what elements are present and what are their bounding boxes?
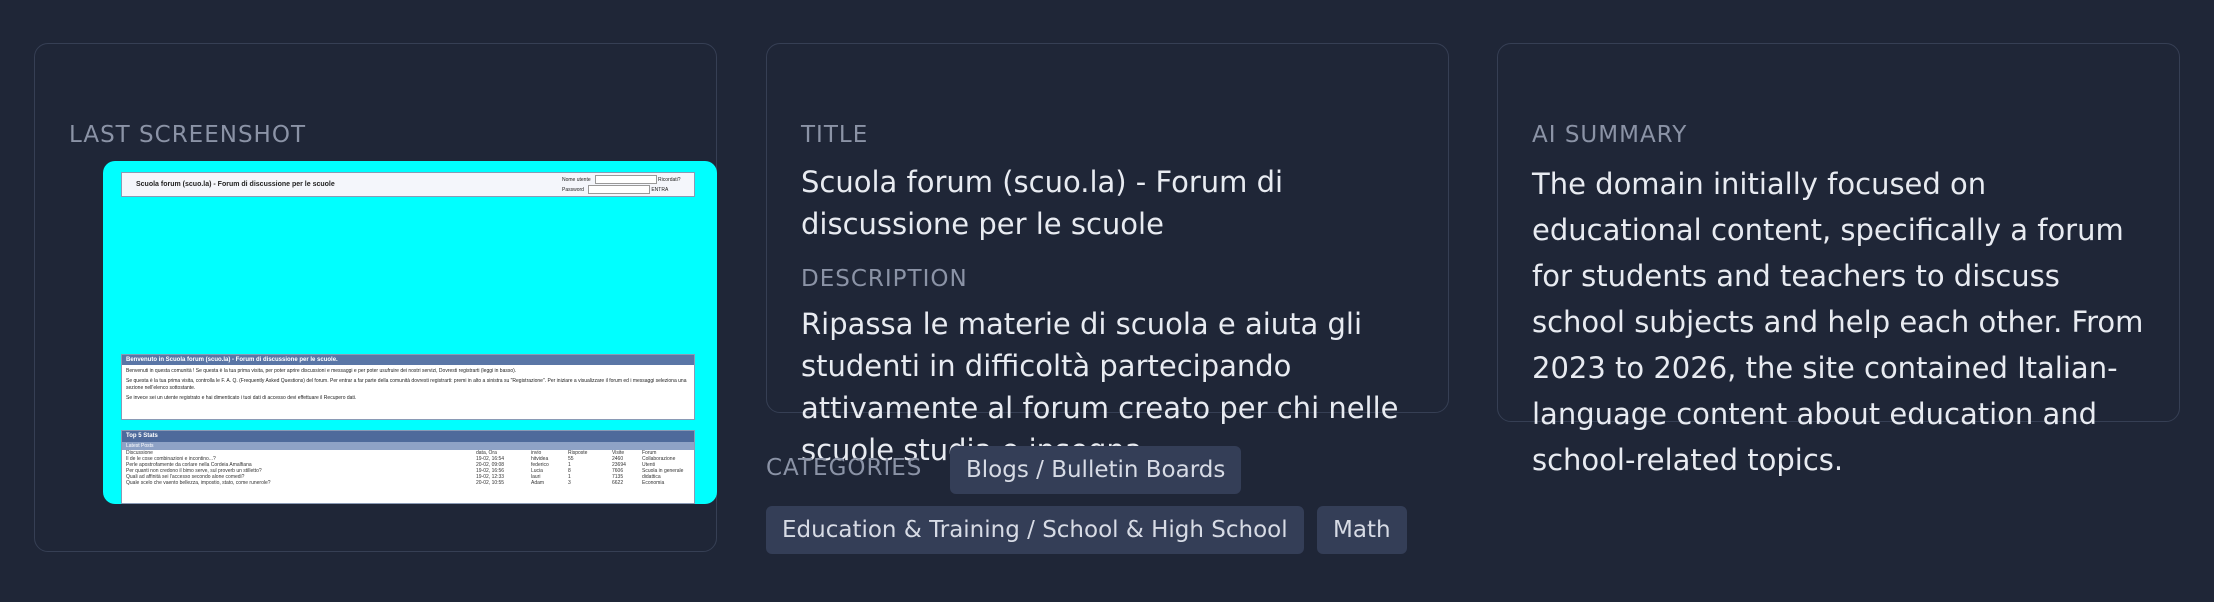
screenshot-thumbnail[interactable]: Scuola forum (scuo.la) - Forum di discus… (103, 161, 717, 504)
thumbnail-stats-subtitle: Latest Posts (122, 442, 694, 450)
description-label: DESCRIPTION (801, 266, 968, 292)
thumbnail-stats-title: Top 5 Stats (122, 431, 694, 442)
thumbnail-username-label: Nome utente (562, 176, 591, 183)
title-value: Scuola forum (scuo.la) - Forum di discus… (801, 165, 1284, 241)
last-screenshot-card: LAST SCREENSHOT Scuola forum (scuo.la) -… (34, 43, 717, 552)
categories-label: CATEGORIES (766, 455, 923, 481)
thumbnail-stats-row: Quale scelo che vaento bellezza, imposti… (126, 480, 665, 486)
thumbnail-remember: Ricordati? (658, 176, 681, 183)
thumbnail-forum-header: Scuola forum (scuo.la) - Forum di discus… (121, 172, 695, 197)
last-screenshot-label: LAST SCREENSHOT (69, 122, 306, 148)
thumbnail-welcome-title: Benvenuto in Scuola forum (scuo.la) - Fo… (122, 355, 694, 365)
category-chip-education[interactable]: Education & Training / School & High Sch… (766, 506, 1304, 554)
thumbnail-welcome-text-3: Se invece sei un utente registrato e hai… (126, 395, 357, 401)
thumbnail-login-box: Nome utente Ricordati? Password ENTRA (562, 175, 681, 195)
category-chip-blogs[interactable]: Blogs / Bulletin Boards (950, 446, 1242, 494)
thumbnail-forum-title: Scuola forum (scuo.la) - Forum di discus… (136, 181, 335, 188)
ai-summary-card: AI SUMMARY The domain initially focused … (1497, 43, 2180, 477)
category-chip-math[interactable]: Math (1317, 506, 1407, 554)
thumbnail-welcome-box: Benvenuto in Scuola forum (scuo.la) - Fo… (121, 354, 695, 420)
title-label: TITLE (801, 122, 869, 148)
ai-summary-text: The domain initially focused on educatio… (1532, 167, 2144, 477)
title-description-card: TITLE Scuola forum (scuo.la) - Forum di … (766, 43, 1449, 467)
thumbnail-stats-box: Top 5 Stats Latest Posts Discussione dat… (121, 430, 695, 504)
thumbnail-welcome-text-2: Se questa è la tua prima visita, control… (126, 378, 687, 391)
thumbnail-login-button: ENTRA (651, 186, 669, 193)
ai-summary-label: AI SUMMARY (1532, 122, 1688, 148)
thumbnail-welcome-text-1: Benvenuti in questa comunità ! Se questa… (126, 368, 517, 374)
thumbnail-password-label: Password (562, 186, 584, 193)
